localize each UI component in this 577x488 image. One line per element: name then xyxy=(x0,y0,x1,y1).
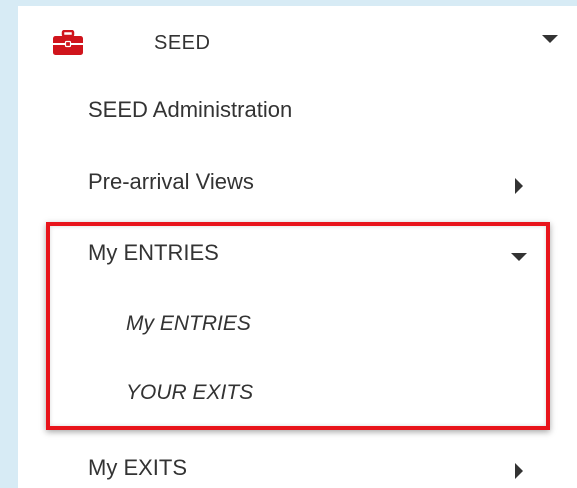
chevron-right-icon xyxy=(515,178,523,194)
briefcase-icon xyxy=(53,30,83,55)
menu-item-label: SEED Administration xyxy=(88,97,293,122)
menu-header-seed[interactable]: SEED xyxy=(18,6,577,78)
highlight-annotation-box xyxy=(46,222,550,430)
menu-item-pre-arrival-views[interactable]: Pre-arrival Views xyxy=(18,158,577,212)
menu-item-label: My EXITS xyxy=(88,455,188,480)
chevron-down-icon[interactable] xyxy=(542,35,558,43)
menu-item-label: Pre-arrival Views xyxy=(88,169,254,194)
menu-item-my-exits[interactable]: My EXITS xyxy=(18,446,577,488)
menu-header-label: SEED xyxy=(154,32,211,54)
navigation-menu-panel: SEED SEED Administration Pre-arrival Vie… xyxy=(18,6,577,488)
menu-item-seed-administration[interactable]: SEED Administration xyxy=(18,86,577,140)
chevron-right-icon xyxy=(515,463,523,479)
